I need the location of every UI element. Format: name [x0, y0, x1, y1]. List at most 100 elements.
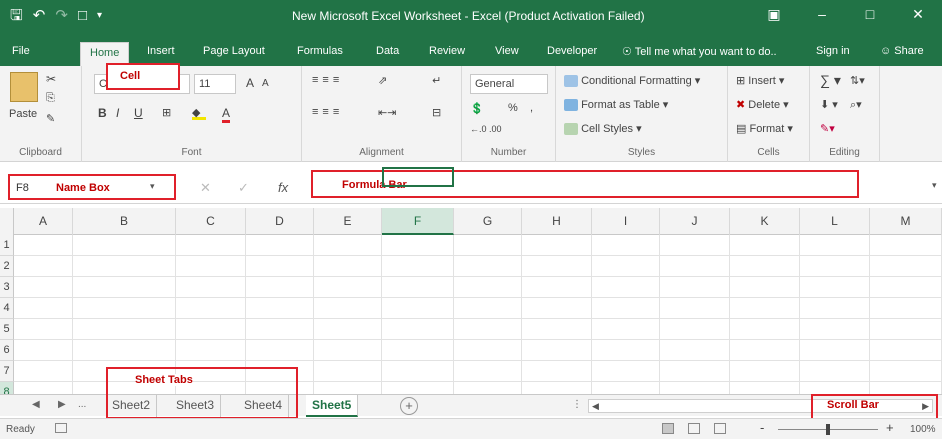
- redo-icon[interactable]: ↷: [55, 6, 68, 26]
- active-cell[interactable]: [382, 167, 454, 187]
- paste-button[interactable]: Paste: [9, 108, 37, 120]
- column-header-j[interactable]: J: [660, 208, 730, 235]
- tab-insert[interactable]: Insert: [147, 45, 175, 57]
- merge-center-icon[interactable]: ⊟: [432, 106, 441, 119]
- orientation-icon[interactable]: ⇗: [378, 74, 387, 87]
- wrap-text-icon[interactable]: ↵: [432, 74, 441, 87]
- format-painter-icon[interactable]: ✎: [46, 112, 55, 125]
- column-header-a[interactable]: A: [14, 208, 73, 235]
- row-header-6[interactable]: 6: [0, 340, 14, 361]
- borders-icon[interactable]: ⊞: [162, 106, 171, 119]
- format-cells-button[interactable]: ▤ Format ▾: [736, 122, 793, 135]
- cut-icon[interactable]: ✂: [46, 72, 56, 86]
- zoom-slider-thumb[interactable]: [826, 424, 830, 435]
- new-document-icon[interactable]: □: [78, 6, 87, 26]
- row-header-8[interactable]: 8: [0, 382, 14, 394]
- save-icon[interactable]: 🖫: [10, 6, 23, 26]
- minimize-icon[interactable]: –: [798, 4, 846, 24]
- column-header-b[interactable]: B: [73, 208, 176, 235]
- scroll-left-icon[interactable]: ◀: [32, 399, 40, 410]
- fill-color-icon[interactable]: ◆: [192, 106, 206, 120]
- find-select-icon[interactable]: ⌕▾: [850, 98, 862, 112]
- row-header-7[interactable]: 7: [0, 361, 14, 382]
- paste-icon[interactable]: [10, 72, 38, 102]
- vertical-align-icons[interactable]: ≡≡≡: [312, 74, 343, 86]
- undo-icon[interactable]: ↶: [33, 6, 46, 26]
- fill-icon[interactable]: ⬇ ▾: [820, 98, 838, 111]
- macro-record-icon[interactable]: [55, 423, 67, 433]
- number-format-select[interactable]: General: [470, 74, 548, 94]
- zoom-out-button[interactable]: -: [760, 420, 764, 435]
- insert-cells-button[interactable]: ⊞ Insert ▾: [736, 74, 784, 87]
- zoom-in-button[interactable]: +: [886, 420, 894, 435]
- insert-function-button[interactable]: fx: [278, 180, 288, 195]
- maximize-icon[interactable]: □: [846, 4, 894, 24]
- column-header-i[interactable]: I: [592, 208, 660, 235]
- font-size-select[interactable]: 11: [194, 74, 236, 94]
- tab-view[interactable]: View: [495, 45, 519, 57]
- close-icon[interactable]: ✕: [894, 4, 942, 24]
- cancel-icon[interactable]: ✕: [200, 180, 211, 196]
- share-button[interactable]: ☺ Share: [880, 45, 924, 57]
- indent-icons[interactable]: ⇤⇥: [378, 106, 396, 119]
- horizontal-align-icons[interactable]: ≡≡≡: [312, 106, 343, 118]
- percent-button[interactable]: %: [508, 102, 518, 114]
- add-sheet-button[interactable]: +: [400, 397, 418, 415]
- column-header-d[interactable]: D: [246, 208, 314, 235]
- column-header-k[interactable]: K: [730, 208, 800, 235]
- tab-file[interactable]: File: [12, 45, 30, 57]
- row-header-2[interactable]: 2: [0, 256, 14, 277]
- row-header-5[interactable]: 5: [0, 319, 14, 340]
- tell-me-search[interactable]: ☉ Tell me what you want to do..: [622, 45, 777, 58]
- more-sheets-ellipsis[interactable]: ...: [78, 399, 86, 410]
- page-break-view-icon[interactable]: [714, 423, 726, 434]
- chevron-down-icon[interactable]: ▾: [150, 181, 155, 192]
- shrink-font-button[interactable]: A: [262, 78, 269, 89]
- tab-page-layout[interactable]: Page Layout: [203, 45, 265, 57]
- tab-data[interactable]: Data: [376, 45, 399, 57]
- row-header-3[interactable]: 3: [0, 277, 14, 298]
- scroll-right-icon[interactable]: ▶: [58, 399, 66, 410]
- decimal-icons[interactable]: ←.0 .00: [470, 124, 502, 134]
- column-header-m[interactable]: M: [870, 208, 942, 235]
- split-handle-icon[interactable]: ⋮: [572, 399, 582, 410]
- name-box[interactable]: F8 Name Box ▾: [8, 174, 176, 200]
- sheet-tab-sheet5[interactable]: Sheet5: [306, 395, 359, 417]
- italic-button[interactable]: I: [116, 106, 119, 120]
- sign-in-link[interactable]: Sign in: [816, 45, 850, 57]
- expand-formula-bar-icon[interactable]: ▾: [932, 180, 937, 191]
- cell-styles-button[interactable]: Cell Styles ▾: [564, 122, 642, 136]
- conditional-formatting-button[interactable]: Conditional Formatting ▾: [564, 74, 700, 88]
- format-as-table-button[interactable]: Format as Table ▾: [564, 98, 668, 112]
- row-header-4[interactable]: 4: [0, 298, 14, 319]
- column-header-l[interactable]: L: [800, 208, 870, 235]
- page-layout-view-icon[interactable]: [688, 423, 700, 434]
- select-all-corner[interactable]: [0, 208, 14, 235]
- ribbon-display-icon[interactable]: ▣: [750, 4, 798, 24]
- comma-button[interactable]: ,: [530, 102, 533, 114]
- grow-font-button[interactable]: A: [246, 76, 254, 90]
- accounting-icon[interactable]: 💲: [470, 102, 484, 115]
- column-header-g[interactable]: G: [454, 208, 522, 235]
- normal-view-icon[interactable]: [662, 423, 674, 434]
- copy-icon[interactable]: ⎘: [46, 92, 55, 105]
- enter-icon[interactable]: ✓: [238, 180, 249, 196]
- underline-button[interactable]: U: [134, 106, 143, 120]
- font-color-button[interactable]: A: [222, 106, 231, 123]
- tab-formulas[interactable]: Formulas: [297, 45, 343, 57]
- column-header-e[interactable]: E: [314, 208, 382, 235]
- tab-developer[interactable]: Developer: [547, 45, 597, 57]
- customize-qat-icon[interactable]: ▾: [97, 6, 102, 26]
- bold-button[interactable]: B: [98, 106, 107, 120]
- tab-review[interactable]: Review: [429, 45, 465, 57]
- column-header-c[interactable]: C: [176, 208, 246, 235]
- clear-icon[interactable]: ✎▾: [820, 122, 835, 135]
- row-header-1[interactable]: 1: [0, 235, 14, 256]
- column-header-h[interactable]: H: [522, 208, 592, 235]
- autosum-icon[interactable]: ∑ ▾: [820, 72, 841, 89]
- sort-filter-icon[interactable]: ⇅▾: [850, 74, 865, 87]
- scroll-left-arrow-icon[interactable]: ◀: [592, 400, 599, 412]
- column-header-f[interactable]: F: [382, 208, 454, 235]
- delete-cells-button[interactable]: ✖ Delete ▾: [736, 98, 789, 111]
- zoom-level[interactable]: 100%: [910, 424, 936, 435]
